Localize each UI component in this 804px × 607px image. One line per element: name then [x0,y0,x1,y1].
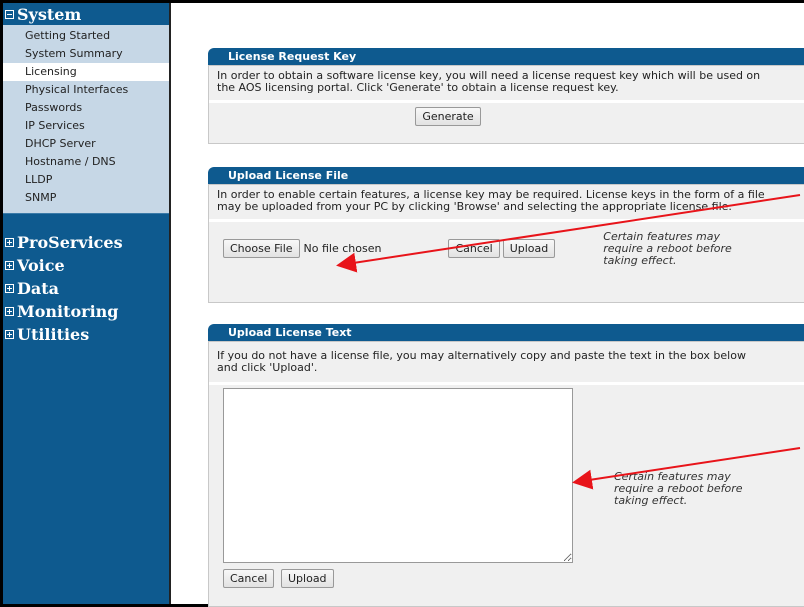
generate-row: Generate [209,100,804,130]
panel-title: License Request Key [208,48,804,65]
sidebar-group-voice[interactable]: Voice [3,254,169,277]
upload-text-description: If you do not have a license file, you m… [217,349,746,374]
generate-button[interactable]: Generate [415,107,481,126]
upload-button[interactable]: Upload [281,569,334,588]
sidebar-item-ip-services[interactable]: IP Services [3,117,169,135]
sidebar-group-label: ProServices [17,233,123,252]
sidebar-item-dhcp-server[interactable]: DHCP Server [3,135,169,153]
upload-button[interactable]: Upload [502,239,556,258]
reboot-note: Certain features may require a reboot be… [614,470,743,507]
upload-license-text-panel: Upload License Text If you do not have a… [208,324,804,607]
panel-body: If you do not have a license file, you m… [208,341,804,607]
license-text-input[interactable] [223,388,573,563]
sidebar-item-passwords[interactable]: Passwords [3,99,169,117]
file-status: No file chosen [303,242,382,255]
expand-icon[interactable] [5,307,14,316]
system-menu: Getting Started System Summary Licensing… [3,25,169,213]
sidebar-group-label: Data [17,279,59,298]
panel-title: Upload License Text [208,324,804,341]
panel-body: In order to obtain a software license ke… [208,65,804,144]
sidebar-group-proservices[interactable]: ProServices [3,231,169,254]
sidebar-group-monitoring[interactable]: Monitoring [3,300,169,323]
sidebar: System Getting Started System Summary Li… [3,3,171,604]
sidebar-group-utilities[interactable]: Utilities [3,323,169,346]
reboot-note: Certain features may require a reboot be… [603,229,732,267]
expand-icon[interactable] [5,238,14,247]
cancel-button[interactable]: Cancel [223,569,275,588]
sidebar-item-getting-started[interactable]: Getting Started [3,27,169,45]
sidebar-item-hostname-dns[interactable]: Hostname / DNS [3,153,169,171]
main-content: License Request Key In order to obtain a… [173,3,804,607]
upload-license-file-panel: Upload License File In order to enable c… [208,167,804,303]
sidebar-group-label: System [17,4,82,24]
sidebar-item-licensing[interactable]: Licensing [3,63,169,81]
sidebar-item-snmp[interactable]: SNMP [3,189,169,207]
license-request-key-panel: License Request Key In order to obtain a… [208,48,804,144]
sidebar-group-label: Monitoring [17,302,119,321]
upload-file-description: In order to enable certain features, a l… [217,188,765,213]
expand-icon[interactable] [5,330,14,339]
upload-file-row: Choose File No file chosen Cancel Upload… [209,219,804,275]
choose-file-button[interactable]: Choose File [223,239,300,258]
cancel-button[interactable]: Cancel [448,239,500,258]
sidebar-group-system[interactable]: System [3,3,169,25]
upload-text-area-row: Certain features may require a reboot be… [209,382,804,592]
sidebar-item-system-summary[interactable]: System Summary [3,45,169,63]
sidebar-group-label: Voice [17,256,65,275]
expand-icon[interactable] [5,261,14,270]
request-key-description: In order to obtain a software license ke… [217,69,761,94]
panel-title: Upload License File [208,167,804,184]
sidebar-item-lldp[interactable]: LLDP [3,171,169,189]
sidebar-item-physical-interfaces[interactable]: Physical Interfaces [3,81,169,99]
sidebar-divider [3,213,169,231]
sidebar-group-data[interactable]: Data [3,277,169,300]
expand-icon[interactable] [5,284,14,293]
collapse-icon[interactable] [5,9,14,19]
panel-body: In order to enable certain features, a l… [208,184,804,303]
sidebar-group-label: Utilities [17,325,90,344]
